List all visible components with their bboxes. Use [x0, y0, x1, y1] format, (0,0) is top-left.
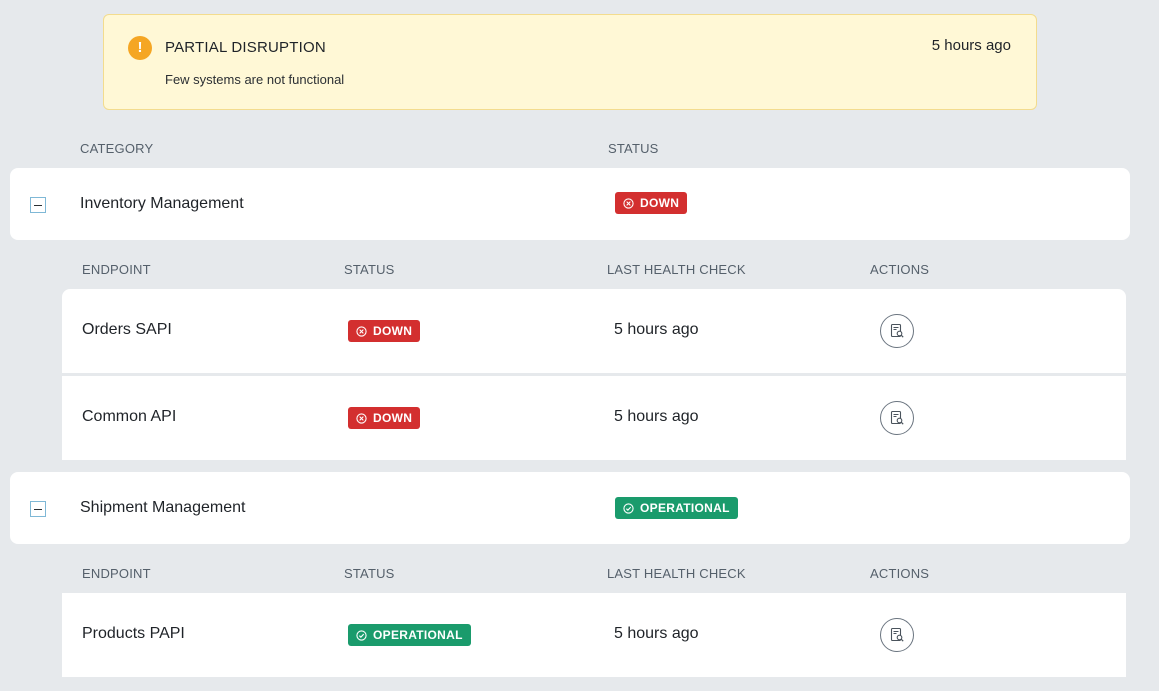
x-circle-icon: [356, 412, 367, 424]
last-health-check: 5 hours ago: [614, 408, 699, 425]
last-health-check-column-header: LAST HEALTH CHECK: [607, 566, 746, 581]
endpoint-column-header: ENDPOINT: [82, 262, 151, 277]
report-search-icon: [890, 410, 904, 425]
endpoint-status-column-header: STATUS: [344, 262, 395, 277]
status-badge: DOWN: [348, 320, 421, 342]
status-alert-banner: ! PARTIAL DISRUPTION Few systems are not…: [103, 14, 1037, 110]
status-badge: DOWN: [348, 407, 421, 429]
view-report-button[interactable]: [880, 401, 914, 435]
category-name: Inventory Management: [80, 195, 244, 212]
endpoint-name: Common API: [82, 408, 177, 425]
status-badge-label: OPERATIONAL: [373, 628, 463, 642]
status-badge: OPERATIONAL: [348, 624, 471, 646]
check-circle-icon: [356, 629, 367, 641]
endpoint-status-column-header: STATUS: [344, 566, 395, 581]
view-report-button[interactable]: [880, 314, 914, 348]
status-badge-label: OPERATIONAL: [640, 501, 730, 515]
actions-column-header: ACTIONS: [870, 262, 930, 277]
endpoint-name: Orders SAPI: [82, 321, 172, 338]
alert-title: PARTIAL DISRUPTION: [165, 39, 326, 56]
status-badge: OPERATIONAL: [615, 497, 738, 519]
alert-timestamp: 5 hours ago: [931, 37, 1011, 54]
endpoint-row-common-api: Common API DOWN 5 hours ago: [62, 376, 1126, 460]
report-search-icon: [890, 627, 904, 642]
category-name: Shipment Management: [80, 499, 246, 516]
alert-message: Few systems are not functional: [165, 72, 345, 87]
collapse-toggle[interactable]: [30, 197, 46, 213]
x-circle-icon: [356, 325, 367, 337]
status-badge: DOWN: [615, 192, 688, 214]
status-column-header: STATUS: [608, 141, 659, 156]
actions-column-header: ACTIONS: [870, 566, 930, 581]
category-column-header: CATEGORY: [80, 141, 154, 156]
last-health-check-column-header: LAST HEALTH CHECK: [607, 262, 746, 277]
last-health-check: 5 hours ago: [614, 625, 699, 642]
view-report-button[interactable]: [880, 618, 914, 652]
endpoint-column-header: ENDPOINT: [82, 566, 151, 581]
exclamation-icon: !: [128, 36, 152, 60]
check-circle-icon: [623, 502, 634, 514]
category-row-shipment-management: Shipment Management OPERATIONAL: [10, 472, 1130, 544]
status-badge-label: DOWN: [373, 411, 413, 425]
endpoint-name: Products PAPI: [82, 625, 185, 642]
report-search-icon: [890, 323, 904, 338]
endpoint-row-products-papi: Products PAPI OPERATIONAL 5 hours ago: [62, 593, 1126, 677]
collapse-toggle[interactable]: [30, 501, 46, 517]
last-health-check: 5 hours ago: [614, 321, 699, 338]
endpoint-row-orders-sapi: Orders SAPI DOWN 5 hours ago: [62, 289, 1126, 373]
status-badge-label: DOWN: [640, 196, 680, 210]
x-circle-icon: [623, 197, 634, 209]
status-badge-label: DOWN: [373, 324, 413, 338]
category-row-inventory-management: Inventory Management DOWN: [10, 168, 1130, 240]
